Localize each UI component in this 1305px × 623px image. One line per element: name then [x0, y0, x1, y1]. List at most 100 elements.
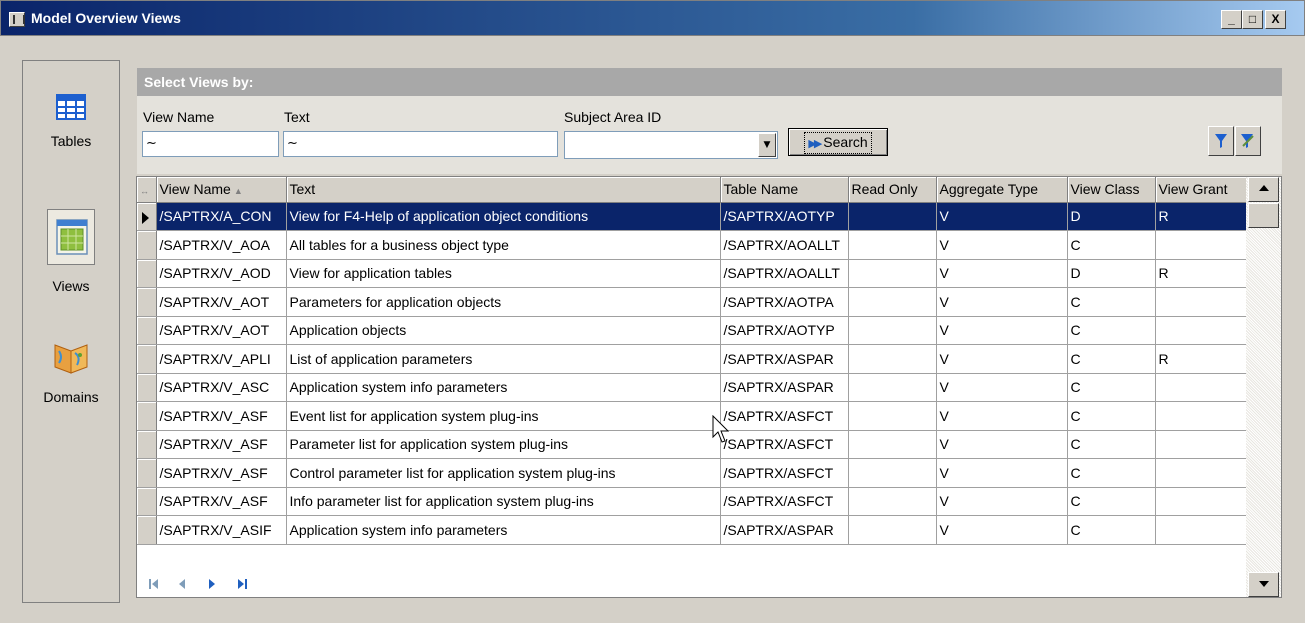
cell-view-grant[interactable] — [1155, 287, 1247, 317]
next-page-icon[interactable] — [206, 577, 220, 595]
cell-view-name[interactable]: /SAPTRX/V_ASF — [156, 487, 287, 516]
minimize-button[interactable]: _ — [1221, 10, 1242, 29]
cell-read-only[interactable] — [848, 316, 937, 345]
cell-view-grant[interactable]: R — [1155, 202, 1247, 231]
nav-item-tables[interactable]: Tables — [23, 87, 119, 149]
subject-area-select[interactable]: ▼ — [564, 131, 778, 159]
table-row[interactable]: /SAPTRX/V_ASIF Application system info pa… — [137, 515, 1247, 545]
views-grid[interactable]: ↔ View Name ▲ Text Table Name Read Only A… — [136, 176, 1282, 598]
cell-aggregate-type[interactable]: V — [936, 458, 1068, 488]
row-selector[interactable] — [137, 344, 157, 374]
cell-view-class[interactable]: C — [1067, 458, 1156, 488]
cell-view-class[interactable]: C — [1067, 344, 1156, 374]
column-header-view-class[interactable]: View Class — [1067, 177, 1156, 203]
cell-text[interactable]: Parameter list for application system pl… — [286, 430, 721, 459]
table-row[interactable]: /SAPTRX/V_AOD View for application tables… — [137, 259, 1247, 288]
cell-aggregate-type[interactable]: V — [936, 287, 1068, 317]
cell-table-name[interactable]: /SAPTRX/ASPAR — [720, 344, 849, 374]
column-resize-icon[interactable]: ↔ — [137, 177, 157, 203]
cell-read-only[interactable] — [848, 287, 937, 317]
cell-aggregate-type[interactable]: V — [936, 373, 1068, 402]
cell-view-class[interactable]: C — [1067, 287, 1156, 317]
cell-table-name[interactable]: /SAPTRX/AOTPA — [720, 287, 849, 317]
column-header-table-name[interactable]: Table Name — [720, 177, 849, 203]
cell-read-only[interactable] — [848, 401, 937, 431]
row-selector[interactable] — [137, 515, 157, 545]
cell-table-name[interactable]: /SAPTRX/AOALLT — [720, 230, 849, 260]
cell-aggregate-type[interactable]: V — [936, 344, 1068, 374]
table-row[interactable]: /SAPTRX/V_ASC Application system info par… — [137, 373, 1247, 402]
cell-table-name[interactable]: /SAPTRX/AOALLT — [720, 259, 849, 288]
row-selector[interactable] — [137, 373, 157, 402]
cell-text[interactable]: Application system info parameters — [286, 515, 721, 545]
cell-view-grant[interactable] — [1155, 401, 1247, 431]
cell-view-grant[interactable] — [1155, 430, 1247, 459]
row-selector[interactable] — [137, 259, 157, 288]
cell-read-only[interactable] — [848, 458, 937, 488]
cell-aggregate-type[interactable]: V — [936, 487, 1068, 516]
cell-read-only[interactable] — [848, 515, 937, 545]
scroll-thumb[interactable] — [1248, 203, 1279, 228]
table-row[interactable]: /SAPTRX/V_AOA All tables for a business o… — [137, 230, 1247, 260]
cell-view-class[interactable]: C — [1067, 373, 1156, 402]
row-selector[interactable] — [137, 287, 157, 317]
filter-icon[interactable] — [1208, 126, 1234, 156]
column-header-aggregate-type[interactable]: Aggregate Type — [936, 177, 1068, 203]
cell-view-grant[interactable]: R — [1155, 344, 1247, 374]
previous-page-icon[interactable] — [176, 577, 190, 595]
cell-view-class[interactable]: C — [1067, 515, 1156, 545]
column-header-view-name[interactable]: View Name ▲ — [156, 177, 287, 203]
cell-table-name[interactable]: /SAPTRX/ASPAR — [720, 515, 849, 545]
nav-item-views[interactable]: Views — [23, 209, 119, 294]
row-selector[interactable] — [137, 316, 157, 345]
table-row[interactable]: /SAPTRX/V_ASF Parameter list for applicat… — [137, 430, 1247, 459]
cell-read-only[interactable] — [848, 230, 937, 260]
cell-table-name[interactable]: /SAPTRX/AOTYP — [720, 316, 849, 345]
cell-view-class[interactable]: C — [1067, 430, 1156, 459]
cell-view-class[interactable]: C — [1067, 401, 1156, 431]
clear-filter-icon[interactable] — [1235, 126, 1261, 156]
cell-read-only[interactable] — [848, 430, 937, 459]
cell-view-grant[interactable] — [1155, 458, 1247, 488]
cell-view-class[interactable]: C — [1067, 487, 1156, 516]
cell-aggregate-type[interactable]: V — [936, 202, 1068, 231]
text-input[interactable]: ~ — [283, 131, 558, 157]
table-row[interactable]: /SAPTRX/V_ASF Event list for application … — [137, 401, 1247, 431]
cell-text[interactable]: View for application tables — [286, 259, 721, 288]
first-page-icon[interactable] — [148, 577, 162, 595]
cell-text[interactable]: Info parameter list for application syst… — [286, 487, 721, 516]
row-selector[interactable] — [137, 430, 157, 459]
cell-aggregate-type[interactable]: V — [936, 230, 1068, 260]
row-selector[interactable] — [137, 487, 157, 516]
cell-text[interactable]: View for F4-Help of application object c… — [286, 202, 721, 231]
row-selector[interactable] — [137, 458, 157, 488]
table-row[interactable]: /SAPTRX/V_ASF Info parameter list for app… — [137, 487, 1247, 516]
row-selector[interactable] — [137, 202, 157, 231]
cell-view-name[interactable]: /SAPTRX/V_ASF — [156, 401, 287, 431]
cell-view-class[interactable]: C — [1067, 230, 1156, 260]
cell-view-name[interactable]: /SAPTRX/A_CON — [156, 202, 287, 231]
row-selector[interactable] — [137, 401, 157, 431]
last-page-icon[interactable] — [236, 577, 250, 595]
table-row[interactable]: /SAPTRX/V_AOT Parameters for application … — [137, 287, 1247, 317]
scroll-down-button[interactable] — [1248, 572, 1279, 597]
cell-aggregate-type[interactable]: V — [936, 316, 1068, 345]
cell-table-name[interactable]: /SAPTRX/ASFCT — [720, 430, 849, 459]
row-selector[interactable] — [137, 230, 157, 260]
cell-view-grant[interactable]: R — [1155, 259, 1247, 288]
maximize-button[interactable]: □ — [1242, 10, 1263, 29]
cell-view-name[interactable]: /SAPTRX/V_APLI — [156, 344, 287, 374]
cell-view-name[interactable]: /SAPTRX/V_AOT — [156, 316, 287, 345]
cell-view-grant[interactable] — [1155, 316, 1247, 345]
cell-table-name[interactable]: /SAPTRX/ASFCT — [720, 487, 849, 516]
cell-view-grant[interactable] — [1155, 487, 1247, 516]
cell-view-class[interactable]: D — [1067, 202, 1156, 231]
cell-view-name[interactable]: /SAPTRX/V_AOA — [156, 230, 287, 260]
table-row[interactable]: /SAPTRX/V_APLI List of application parame… — [137, 344, 1247, 374]
view-name-input[interactable]: ~ — [142, 131, 279, 157]
cell-table-name[interactable]: /SAPTRX/AOTYP — [720, 202, 849, 231]
cell-view-name[interactable]: /SAPTRX/V_ASIF — [156, 515, 287, 545]
cell-view-name[interactable]: /SAPTRX/V_ASC — [156, 373, 287, 402]
table-row[interactable]: /SAPTRX/V_ASF Control parameter list for … — [137, 458, 1247, 488]
cell-read-only[interactable] — [848, 259, 937, 288]
